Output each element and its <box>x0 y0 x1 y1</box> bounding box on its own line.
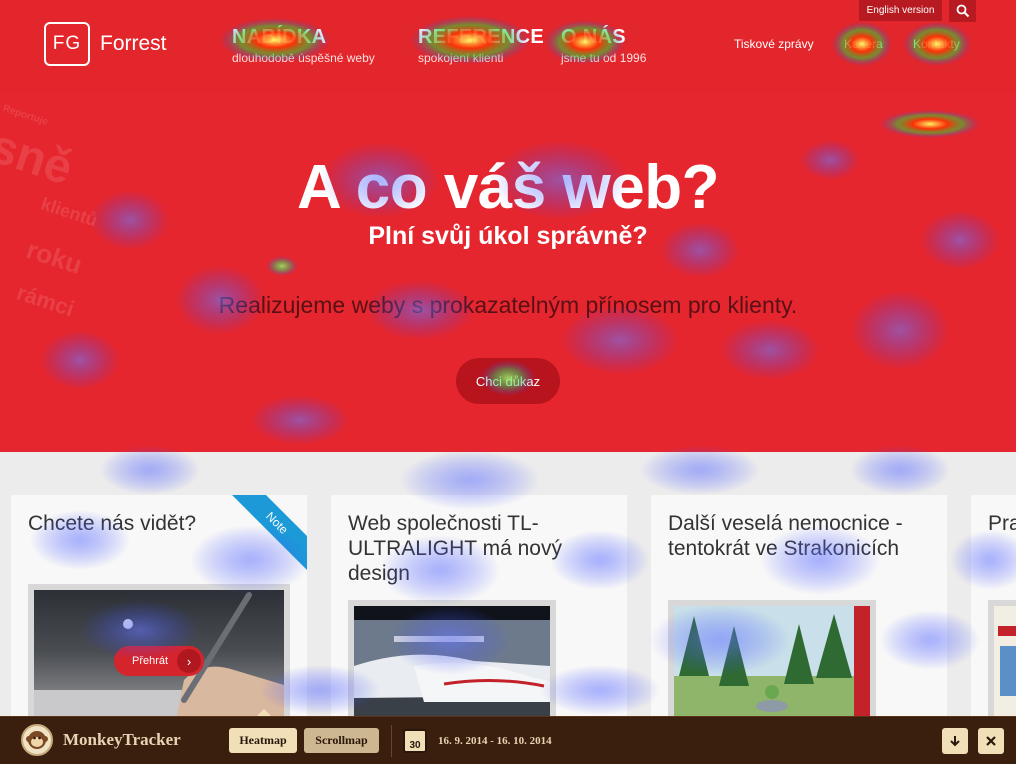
nav-item-nabidka[interactable]: NABÍDKA dlouhodobě úspěšné weby <box>232 26 375 65</box>
top-navigation: FG Forrest NABÍDKA dlouhodobě úspěšné we… <box>0 0 1016 92</box>
news-card[interactable]: Chcete nás vidět? Note Přehrát › <box>11 495 307 716</box>
toolbar-divider <box>391 725 392 757</box>
card-title: Další veselá nemocnice - tentokrát ve St… <box>668 512 903 560</box>
video-thumbnail[interactable]: Přehrát › <box>28 584 290 716</box>
news-card[interactable]: Pra... má... <box>971 495 1016 716</box>
nav-title: NABÍDKA <box>232 26 327 48</box>
news-cards: Chcete nás vidět? Note Přehrát › Web spo… <box>0 452 1016 716</box>
hero-section: sně klientů roku rámci Reportuje A co vá… <box>0 92 1016 452</box>
close-icon <box>986 736 996 746</box>
tracker-name: MonkeyTracker <box>63 730 181 749</box>
proof-button[interactable]: Chci důkaz <box>456 358 560 404</box>
arrow-down-icon <box>950 736 960 747</box>
nav-item-reference[interactable]: REFERENCE spokojení klienti <box>418 26 544 65</box>
hospital-illustration <box>674 606 870 716</box>
hero-subtitle: Plní svůj úkol správně? <box>368 222 648 250</box>
hero-tagline: Realizujeme weby s prokazatelným přínose… <box>218 292 798 318</box>
contacts-link[interactable]: Kontakty <box>913 37 960 51</box>
card-title: Web společnosti TL-ULTRALIGHT má nový de… <box>348 512 562 585</box>
news-card[interactable]: Další veselá nemocnice - tentokrát ve St… <box>651 495 947 716</box>
career-link[interactable]: Kariéra <box>844 37 883 51</box>
article-thumbnail[interactable] <box>988 600 1016 716</box>
article-thumbnail[interactable] <box>348 600 556 716</box>
play-label: Přehrát <box>132 655 169 667</box>
nav-title: REFERENCE <box>418 26 545 48</box>
card-title: Pra... má... <box>988 512 1016 535</box>
monkeytracker-toolbar: MonkeyTracker Heatmap Scrollmap 30 16. 9… <box>0 716 1016 764</box>
logo-mark: FG <box>44 22 90 66</box>
press-releases-link[interactable]: Tiskové zprávy <box>734 37 814 51</box>
hero-title: A co váš web? <box>297 153 719 222</box>
english-version-link[interactable]: English version <box>859 0 942 21</box>
tab-heatmap[interactable]: Heatmap <box>229 728 297 753</box>
article-thumbnail[interactable] <box>668 600 876 716</box>
monkey-logo-icon <box>21 724 53 756</box>
nav-item-o-nas[interactable]: O NÁS jsme tu od 1996 <box>561 26 646 65</box>
play-button[interactable]: Přehrát › <box>114 646 204 676</box>
close-button[interactable] <box>978 728 1004 754</box>
brand-name: Forrest <box>100 32 167 55</box>
site-logo[interactable]: FG Forrest <box>44 22 167 66</box>
nav-title: O NÁS <box>561 26 626 48</box>
poster-illustration <box>998 626 1016 696</box>
nav-subtitle: jsme tu od 1996 <box>561 51 647 65</box>
tab-scrollmap[interactable]: Scrollmap <box>304 728 379 753</box>
aircraft-photo <box>354 606 550 716</box>
date-range[interactable]: 16. 9. 2014 - 16. 10. 2014 <box>438 735 552 747</box>
active-tab-caret <box>257 709 271 716</box>
nav-subtitle: spokojení klienti <box>418 51 504 65</box>
collapse-button[interactable] <box>942 728 968 754</box>
nav-subtitle: dlouhodobě úspěšné weby <box>232 51 375 65</box>
calendar-day: 30 <box>409 740 421 751</box>
calendar-icon[interactable]: 30 <box>403 729 427 753</box>
news-card[interactable]: Web společnosti TL-ULTRALIGHT má nový de… <box>331 495 627 716</box>
chevron-right-icon: › <box>177 649 201 673</box>
search-button[interactable] <box>949 0 976 22</box>
search-icon <box>956 4 969 18</box>
